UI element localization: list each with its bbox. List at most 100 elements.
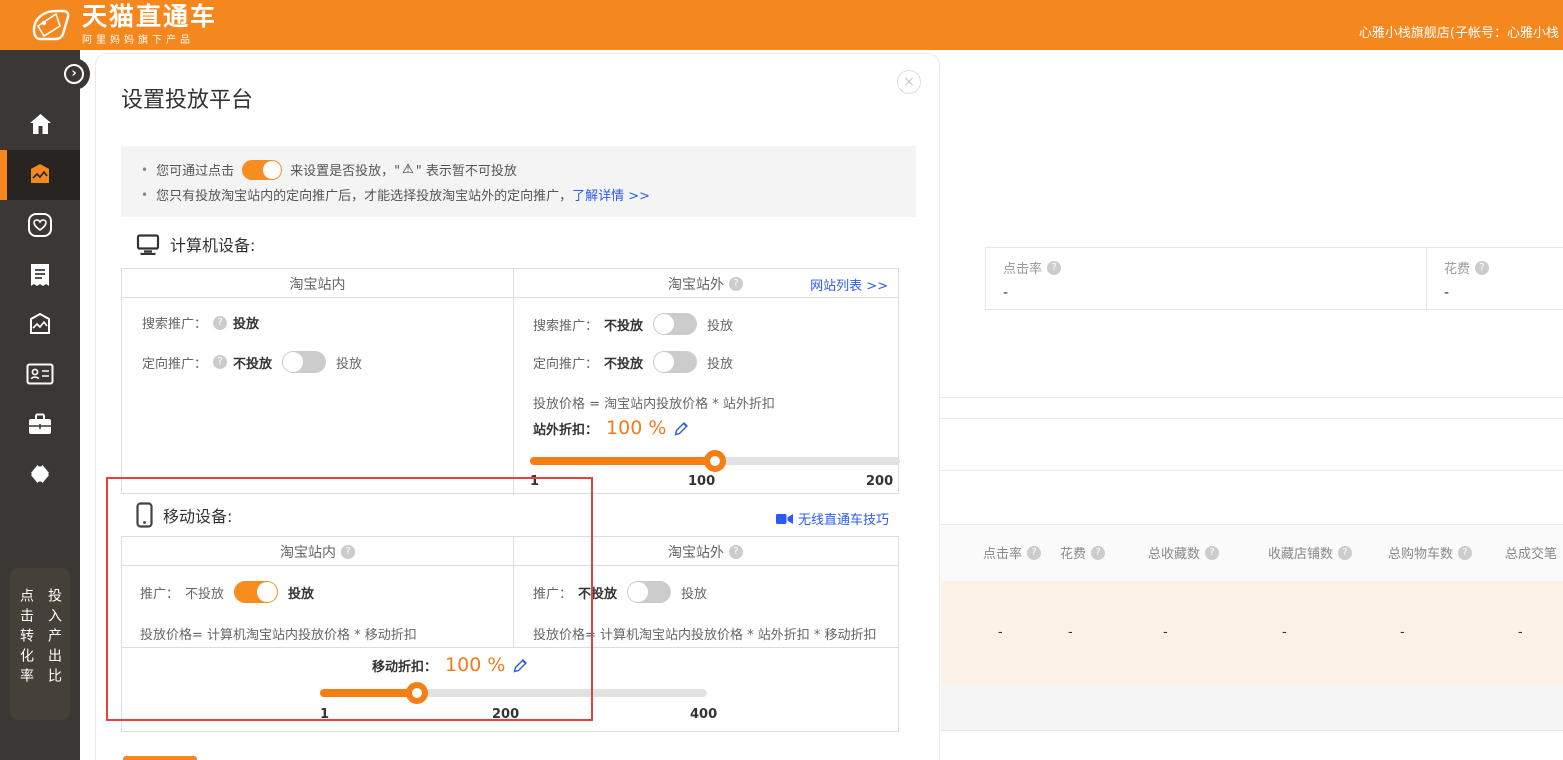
- slider-scale-max: 400: [690, 707, 717, 722]
- toggle-on-label: 投放: [707, 315, 733, 334]
- mobile-discount-slider[interactable]: [320, 689, 707, 697]
- mobile-in-promo-toggle[interactable]: [234, 581, 278, 603]
- wireless-tips-label: 无线直通车技巧: [798, 509, 889, 528]
- confirm-button[interactable]: [123, 756, 197, 760]
- sidebar-nav: 点击转化率 投入产出比 ›: [0, 50, 80, 760]
- sidebar-item-tools[interactable]: [0, 404, 80, 444]
- toggle-knob: [257, 582, 277, 602]
- help-icon[interactable]: ?: [341, 545, 355, 559]
- computer-table-header: 淘宝站内 淘宝站外? 网站列表 >>: [122, 269, 898, 298]
- slider-fill: [530, 457, 715, 465]
- home-icon: [28, 112, 53, 136]
- slider-fill: [320, 689, 417, 697]
- search-promo-label: 搜索推广：: [533, 315, 598, 334]
- computer-platform-table: 淘宝站内 淘宝站外? 网站列表 >> 搜索推广： ? 投放 定向推广： ? 不投…: [121, 268, 899, 494]
- toggle-knob: [628, 582, 648, 602]
- sidebar-item-favorites[interactable]: [0, 205, 80, 245]
- help-icon[interactable]: ?: [1047, 261, 1061, 275]
- col-header: 花费: [1060, 543, 1086, 562]
- cell-value: -: [1282, 625, 1287, 640]
- image-icon: [27, 312, 53, 338]
- app-logo[interactable]: 天猫直通车 阿里妈妈旗下产品: [30, 4, 217, 46]
- target-promo-label: 定向推广：: [533, 353, 598, 372]
- toggle-on-label: 投放: [707, 353, 733, 372]
- help-icon[interactable]: ?: [213, 316, 227, 330]
- help-icon[interactable]: ?: [729, 277, 743, 291]
- bullet-icon: •: [141, 163, 148, 177]
- warning-icon: ⚠: [402, 162, 414, 177]
- target-promo-toggle[interactable]: [653, 351, 697, 373]
- sidebar-item-home[interactable]: [0, 104, 80, 144]
- notice-text: " 表示暂不可投放: [416, 160, 517, 179]
- stat-cost-label: 花费: [1444, 258, 1470, 277]
- site-list-link[interactable]: 网站列表 >>: [810, 275, 888, 294]
- campaign-image-icon: [0, 155, 80, 195]
- account-name[interactable]: 心雅小栈旗舰店(子帐号：心雅小栈: [1359, 22, 1559, 41]
- outer-discount-slider[interactable]: [530, 457, 900, 465]
- search-promo-toggle[interactable]: [653, 313, 697, 335]
- example-toggle: [242, 160, 282, 180]
- stats-summary-row: 点击率? - 花费? -: [985, 247, 1563, 310]
- bullet-icon: •: [141, 188, 148, 202]
- computer-icon: [136, 234, 160, 255]
- toggle-knob: [283, 352, 303, 372]
- toggle-knob: [654, 314, 674, 334]
- wireless-tips-link[interactable]: 无线直通车技巧: [776, 509, 889, 528]
- divider: [940, 470, 1563, 471]
- promo-label: 推广：: [140, 583, 179, 602]
- sidebar-item-reports[interactable]: [0, 255, 80, 295]
- report-table-row-empty: [941, 684, 1563, 731]
- sidebar-item-gem[interactable]: [0, 454, 80, 494]
- help-icon[interactable]: ?: [1027, 546, 1041, 560]
- target-promo-toggle[interactable]: [282, 351, 326, 373]
- mobile-discount-value: 100 %: [445, 654, 505, 676]
- cell-value: -: [1400, 625, 1405, 640]
- slider-scale-mid: 100: [688, 474, 715, 489]
- logo-title: 天猫直通车: [82, 4, 217, 30]
- slider-scale-min: 1: [530, 474, 539, 489]
- help-icon[interactable]: ?: [1338, 546, 1352, 560]
- outer-discount-value: 100 %: [606, 417, 666, 439]
- price-formula: 投放价格 = 淘宝站内投放价格 * 站外折扣: [533, 393, 775, 412]
- chevron-right-icon: ›: [64, 64, 84, 84]
- report-table-header: 点击率? 花费? 总收藏数? 收藏店铺数? 总购物车数? 总成交笔: [941, 524, 1563, 581]
- sidebar-item-accounts[interactable]: [0, 354, 80, 394]
- slider-scale-min: 1: [320, 707, 329, 722]
- cell-value: -: [1068, 625, 1073, 640]
- help-icon[interactable]: ?: [1205, 546, 1219, 560]
- video-camera-icon: [776, 513, 793, 525]
- help-icon[interactable]: ?: [1475, 261, 1489, 275]
- sidebar-item-campaign-active[interactable]: [0, 150, 80, 200]
- sidebar-item-creatives[interactable]: [0, 305, 80, 345]
- col-taobao-out: 淘宝站外: [668, 542, 724, 562]
- edit-pencil-icon[interactable]: [674, 421, 689, 436]
- train-logo-icon: [30, 6, 72, 44]
- target-promo-label: 定向推广：: [142, 353, 207, 372]
- edit-pencil-icon[interactable]: [513, 658, 528, 673]
- learn-more-link[interactable]: 了解详情 >>: [572, 185, 650, 204]
- help-icon[interactable]: ?: [1458, 546, 1472, 560]
- help-icon[interactable]: ?: [213, 355, 227, 369]
- search-promo-label: 搜索推广：: [142, 313, 207, 332]
- stat-cost-cell: 花费? -: [1426, 248, 1563, 309]
- slider-handle[interactable]: [704, 450, 726, 472]
- metric-click-conversion: 点击转化率: [16, 588, 36, 720]
- sidebar-metrics-panel[interactable]: 点击转化率 投入产出比: [10, 568, 70, 720]
- report-table-row: - - - - - -: [941, 581, 1563, 684]
- col-taobao-in: 淘宝站内: [290, 274, 346, 294]
- mobile-out-promo-toggle[interactable]: [627, 581, 671, 603]
- close-icon[interactable]: ×: [897, 70, 921, 94]
- col-header: 总成交笔: [1505, 543, 1557, 562]
- slider-handle[interactable]: [406, 682, 428, 704]
- logo-subtitle: 阿里妈妈旗下产品: [82, 31, 217, 46]
- mobile-in-price-formula: 投放价格= 计算机淘宝站内投放价格 * 移动折扣: [140, 624, 417, 643]
- sidebar-expand-button[interactable]: ›: [58, 58, 90, 90]
- slider-scale-max: 200: [866, 474, 893, 489]
- help-icon[interactable]: ?: [729, 545, 743, 559]
- top-header-bar: 天猫直通车 阿里妈妈旗下产品 心雅小栈旗舰店(子帐号：心雅小栈: [0, 0, 1563, 50]
- cell-value: -: [1518, 625, 1523, 640]
- stat-ctr-value: -: [1003, 285, 1426, 301]
- help-icon[interactable]: ?: [1091, 546, 1105, 560]
- column-divider: [513, 269, 514, 495]
- promo-off-status: 不投放: [578, 583, 617, 602]
